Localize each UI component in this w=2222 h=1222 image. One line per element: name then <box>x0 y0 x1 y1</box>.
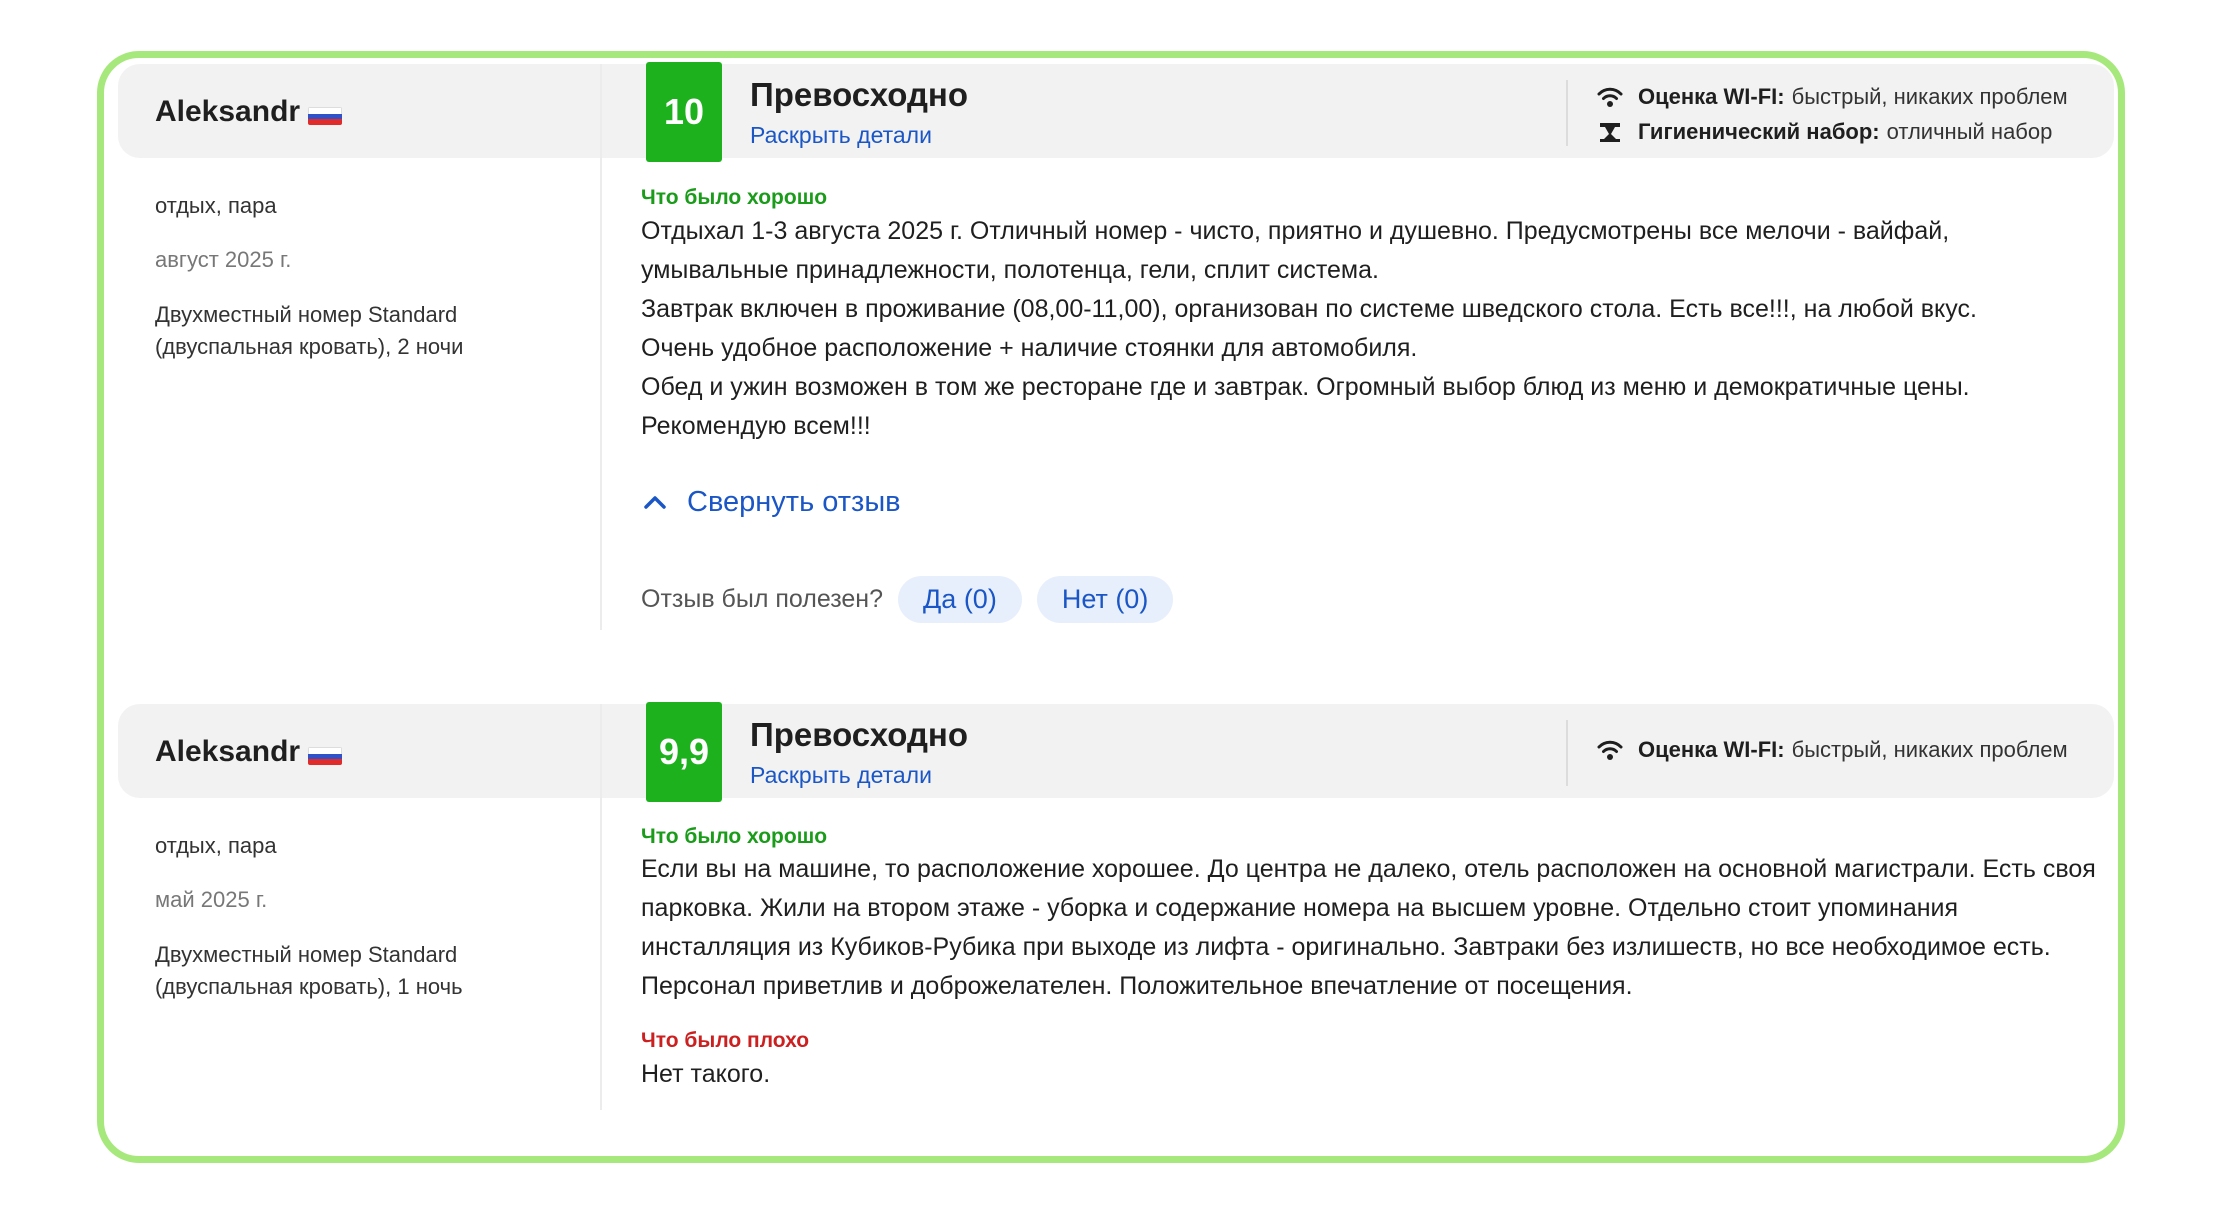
review-paragraph: Если вы на машине, то расположение хорош… <box>641 855 2096 1000</box>
score-badge: 9,9 <box>646 702 722 802</box>
collapse-label: Свернуть отзыв <box>687 486 901 518</box>
room-type: Двухместный номер Standard (двуспальная … <box>155 942 463 999</box>
feature-value: быстрый, никаких проблем <box>1791 737 2068 762</box>
helpful-yes-button[interactable]: Да (0) <box>898 576 1022 623</box>
feature-label: Оценка WI-FI: <box>1638 737 1785 762</box>
russia-flag-icon <box>308 747 342 765</box>
room-type: Двухместный номер Standard (двуспальная … <box>155 302 464 359</box>
feature-wifi: Оценка WI-FI: быстрый, никаких проблем <box>1596 736 2068 764</box>
score-title: Превосходно <box>750 716 969 753</box>
feature-label: Гигиенический набор: <box>1638 119 1880 144</box>
score-badge: 10 <box>646 62 722 162</box>
review-paragraph: Очень удобное расположение + наличие сто… <box>641 334 1418 362</box>
helpful-section: Отзыв был полезен? Да (0) Нет (0) <box>641 576 1174 623</box>
review-paragraph: Отдыхал 1-3 августа 2025 г. Отличный ном… <box>641 217 1950 284</box>
score-title: Превосходно <box>750 76 969 113</box>
trip-type: отдых, пара <box>155 833 277 858</box>
collapse-review-button[interactable]: Свернуть отзыв <box>642 486 901 519</box>
column-divider <box>600 704 602 1110</box>
review-card: Aleksandr отдых, пара август 2025 г. Дву… <box>118 62 2114 630</box>
review-card: Aleksandr отдых, пара май 2025 г. Двухме… <box>118 702 2114 1110</box>
review-paragraph: Завтрак включен в проживание (08,00-11,0… <box>641 295 1977 323</box>
header-divider <box>1566 720 1568 786</box>
good-label: Что было хорошо <box>641 825 828 848</box>
wifi-icon <box>1596 83 1624 111</box>
helpful-no-button[interactable]: Нет (0) <box>1036 576 1174 623</box>
trip-type: отдых, пара <box>155 193 277 218</box>
review-paragraph: Обед и ужин возможен в том же ресторане … <box>641 373 1970 401</box>
reviewer-name: Aleksandr <box>155 735 301 768</box>
bad-text: Нет такого. <box>641 1055 2101 1094</box>
good-text: Отдыхал 1-3 августа 2025 г. Отличный ном… <box>641 212 2101 446</box>
feature-value: быстрый, никаких проблем <box>1791 84 2068 109</box>
wifi-icon <box>1596 736 1624 764</box>
good-label: Что было хорошо <box>641 186 828 209</box>
review-paragraph: Нет такого. <box>641 1060 771 1088</box>
helpful-question: Отзыв был полезен? <box>641 585 884 613</box>
stay-date: май 2025 г. <box>155 887 268 912</box>
expand-details-link[interactable]: Раскрыть детали <box>750 762 932 789</box>
header-divider <box>1566 80 1568 146</box>
reviewer-name: Aleksandr <box>155 95 301 128</box>
review-paragraph: Рекомендую всем!!! <box>641 412 871 440</box>
feature-wifi: Оценка WI-FI: быстрый, никаких проблем <box>1596 83 2068 111</box>
good-text: Если вы на машине, то расположение хорош… <box>641 850 2101 1006</box>
feature-label: Оценка WI-FI: <box>1638 84 1785 109</box>
column-divider <box>600 64 602 630</box>
reviewer-info: Aleksandr отдых, пара август 2025 г. Дву… <box>118 64 600 630</box>
chevron-up-icon <box>642 490 668 516</box>
stay-date: август 2025 г. <box>155 247 292 272</box>
feature-hygiene-kit: Гигиенический набор: отличный набор <box>1596 118 2052 146</box>
russia-flag-icon <box>308 107 342 125</box>
hygiene-kit-icon <box>1596 118 1624 146</box>
expand-details-link[interactable]: Раскрыть детали <box>750 122 932 149</box>
feature-value: отличный набор <box>1886 119 2053 144</box>
bad-label: Что было плохо <box>641 1029 810 1052</box>
reviewer-info: Aleksandr отдых, пара май 2025 г. Двухме… <box>118 704 600 1110</box>
